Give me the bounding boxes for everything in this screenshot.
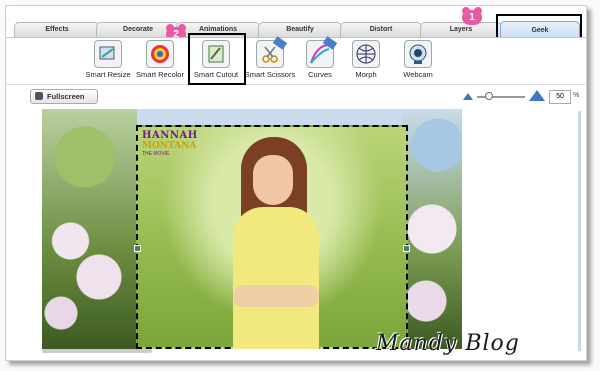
- tab-layers[interactable]: Layers: [420, 22, 502, 37]
- tool-label: Smart Recolor: [136, 70, 184, 79]
- logo-line1: HANNAH: [142, 130, 198, 141]
- blossom-trees-left: [42, 109, 137, 349]
- tab-distort[interactable]: Distort: [340, 22, 422, 37]
- tab-effects[interactable]: Effects: [14, 22, 100, 37]
- zoom-input[interactable]: 50: [549, 90, 571, 104]
- vertical-scrollbar[interactable]: [578, 111, 581, 351]
- selection-handle-left[interactable]: [134, 245, 141, 252]
- step-badge-1: 1: [462, 7, 482, 25]
- zoom-out-icon[interactable]: [463, 93, 473, 100]
- smart-resize-button[interactable]: Smart Resize: [82, 40, 134, 80]
- horizontal-scrollbar[interactable]: [42, 349, 152, 353]
- smart-recolor-button[interactable]: Smart Recolor: [134, 40, 186, 80]
- cutout-selection[interactable]: HANNAH MONTANA THE MOVIE: [136, 125, 408, 349]
- curves-icon: [306, 36, 338, 68]
- logo-line2: MONTANA: [142, 141, 197, 151]
- webcam-button[interactable]: Webcam: [392, 40, 444, 80]
- image-canvas[interactable]: HANNAH MONTANA THE MOVIE: [42, 109, 462, 349]
- app-frame: Effects Decorate Animations Beautify Dis…: [5, 5, 587, 361]
- tool-label: Morph: [355, 70, 377, 79]
- logo-line3: THE MOVIE: [142, 151, 170, 157]
- fullscreen-icon: [35, 92, 43, 100]
- webcam-icon: [404, 40, 432, 68]
- movie-logo: HANNAH MONTANA THE MOVIE: [142, 131, 204, 175]
- morph-icon: [352, 40, 380, 68]
- blog-watermark: Mandy Blog: [376, 331, 520, 356]
- subject-body: [233, 207, 319, 349]
- tool-label: Smart Scissors: [244, 70, 296, 79]
- smart-cutout-highlight: [188, 33, 246, 85]
- zoom-in-icon[interactable]: [529, 90, 545, 101]
- subject-arms: [233, 285, 319, 307]
- tool-label: Smart Resize: [85, 70, 131, 79]
- smart-scissors-icon: [256, 36, 288, 68]
- curves-button[interactable]: Curves: [294, 36, 346, 80]
- fullscreen-button[interactable]: Fullscreen: [30, 89, 98, 104]
- selection-handle-right[interactable]: [403, 245, 410, 252]
- morph-button[interactable]: Morph: [340, 40, 392, 80]
- subject-face: [253, 155, 293, 205]
- tool-label: Webcam: [403, 70, 433, 79]
- zoom-control: 50 %: [461, 90, 581, 104]
- fullscreen-label: Fullscreen: [47, 92, 85, 101]
- tool-label: Curves: [308, 70, 332, 79]
- blossom-trees-right: [402, 109, 462, 349]
- smart-resize-icon: [94, 40, 122, 68]
- zoom-slider-knob[interactable]: [485, 92, 493, 100]
- smart-scissors-button[interactable]: Smart Scissors: [244, 36, 296, 80]
- smart-recolor-icon: [146, 40, 174, 68]
- portrait-subject: [223, 137, 333, 349]
- tab-beautify[interactable]: Beautify: [258, 22, 342, 37]
- zoom-unit: %: [573, 92, 580, 99]
- tool-toolbar: Smart Resize Smart Recolor Smart Cutout …: [6, 36, 586, 85]
